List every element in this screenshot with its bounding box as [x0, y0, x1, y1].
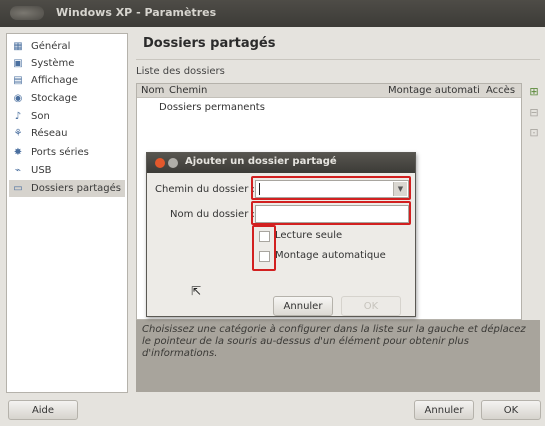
sidebar-item-label: Système	[31, 58, 75, 69]
text-caret	[259, 183, 260, 195]
sidebar-item-audio[interactable]: ♪ Son	[9, 108, 125, 125]
general-icon: ▦	[13, 40, 23, 52]
sidebar-item-serial-ports[interactable]: ✸ Ports séries	[9, 144, 125, 161]
system-icon: ▣	[13, 57, 23, 69]
info-text: Choisissez une catégorie à configurer da…	[142, 324, 526, 359]
dialog-cancel-button[interactable]: Annuler	[273, 296, 333, 316]
sidebar-item-shared-folders[interactable]: ▭ Dossiers partagés	[9, 180, 125, 197]
sidebar-item-label: Général	[31, 41, 71, 52]
sidebar-item-label: USB	[31, 165, 52, 176]
sidebar-item-display[interactable]: ▤ Affichage	[9, 72, 125, 89]
display-icon: ▤	[13, 74, 23, 86]
column-access[interactable]: Accès	[486, 85, 515, 96]
read-only-checkbox[interactable]	[259, 231, 270, 242]
dialog-title-bar: Ajouter un dossier partagé	[147, 153, 415, 173]
sidebar-item-label: Affichage	[31, 75, 78, 86]
window-title-bar: Windows XP - Paramètres	[0, 0, 545, 27]
cancel-button[interactable]: Annuler	[414, 400, 474, 420]
folder-path-combobox[interactable]: ▼	[255, 180, 409, 198]
dialog-ok-button[interactable]: OK	[341, 296, 401, 316]
serial-ports-icon: ✸	[13, 146, 23, 158]
folder-name-label: Nom du dossier :	[170, 209, 255, 220]
mouse-pointer-icon: ⇱	[191, 284, 202, 298]
virtualbox-logo-icon	[10, 6, 44, 20]
ok-button[interactable]: OK	[481, 400, 541, 420]
list-item[interactable]: Dossiers permanents	[159, 102, 265, 113]
page-title: Dossiers partagés	[143, 36, 276, 51]
auto-mount-checkbox[interactable]	[259, 251, 270, 262]
folder-name-field[interactable]	[255, 205, 409, 223]
edit-folder-icon[interactable]: ⊟	[527, 106, 541, 120]
chevron-down-icon[interactable]: ▼	[393, 182, 407, 196]
remove-folder-icon[interactable]: ⊡	[527, 126, 541, 140]
dialog-title: Ajouter un dossier partagé	[185, 156, 337, 167]
audio-icon: ♪	[14, 110, 22, 122]
sidebar-item-label: Réseau	[31, 128, 68, 139]
usb-icon: ⌁	[14, 164, 22, 176]
sidebar-item-label: Ports séries	[31, 147, 89, 158]
add-folder-icon[interactable]: ⊞	[527, 85, 541, 99]
title-divider	[136, 59, 540, 60]
storage-icon: ◉	[13, 92, 23, 104]
sidebar-item-system[interactable]: ▣ Système	[9, 55, 125, 72]
sidebar-item-label: Dossiers partagés	[31, 183, 122, 194]
list-header: Nom Chemin Montage automati Accès	[137, 84, 521, 98]
help-button[interactable]: Aide	[8, 400, 78, 420]
column-automount[interactable]: Montage automati	[388, 85, 480, 96]
shared-folders-icon: ▭	[13, 182, 23, 194]
sidebar-item-label: Son	[31, 111, 50, 122]
info-panel: Choisissez une catégorie à configurer da…	[136, 320, 540, 392]
folder-list-caption: Liste des dossiers	[136, 66, 225, 77]
folder-path-label: Chemin du dossier :	[155, 184, 255, 195]
sidebar-item-label: Stockage	[31, 93, 78, 104]
column-path[interactable]: Chemin	[169, 85, 207, 96]
sidebar-item-usb[interactable]: ⌁ USB	[9, 162, 125, 179]
minimize-icon[interactable]	[168, 158, 178, 168]
column-name[interactable]: Nom	[141, 85, 164, 96]
close-icon[interactable]	[155, 158, 165, 168]
read-only-label[interactable]: Lecture seule	[275, 230, 342, 241]
sidebar-item-network[interactable]: ⚘ Réseau	[9, 125, 125, 142]
sidebar-item-storage[interactable]: ◉ Stockage	[9, 90, 125, 107]
auto-mount-label[interactable]: Montage automatique	[275, 250, 386, 261]
settings-category-list: ▦ Général ▣ Système ▤ Affichage ◉ Stocka…	[6, 33, 128, 393]
sidebar-item-general[interactable]: ▦ Général	[9, 38, 125, 55]
network-icon: ⚘	[13, 127, 23, 139]
window-title: Windows XP - Paramètres	[56, 6, 217, 19]
add-shared-folder-dialog: Ajouter un dossier partagé Chemin du dos…	[146, 152, 416, 317]
